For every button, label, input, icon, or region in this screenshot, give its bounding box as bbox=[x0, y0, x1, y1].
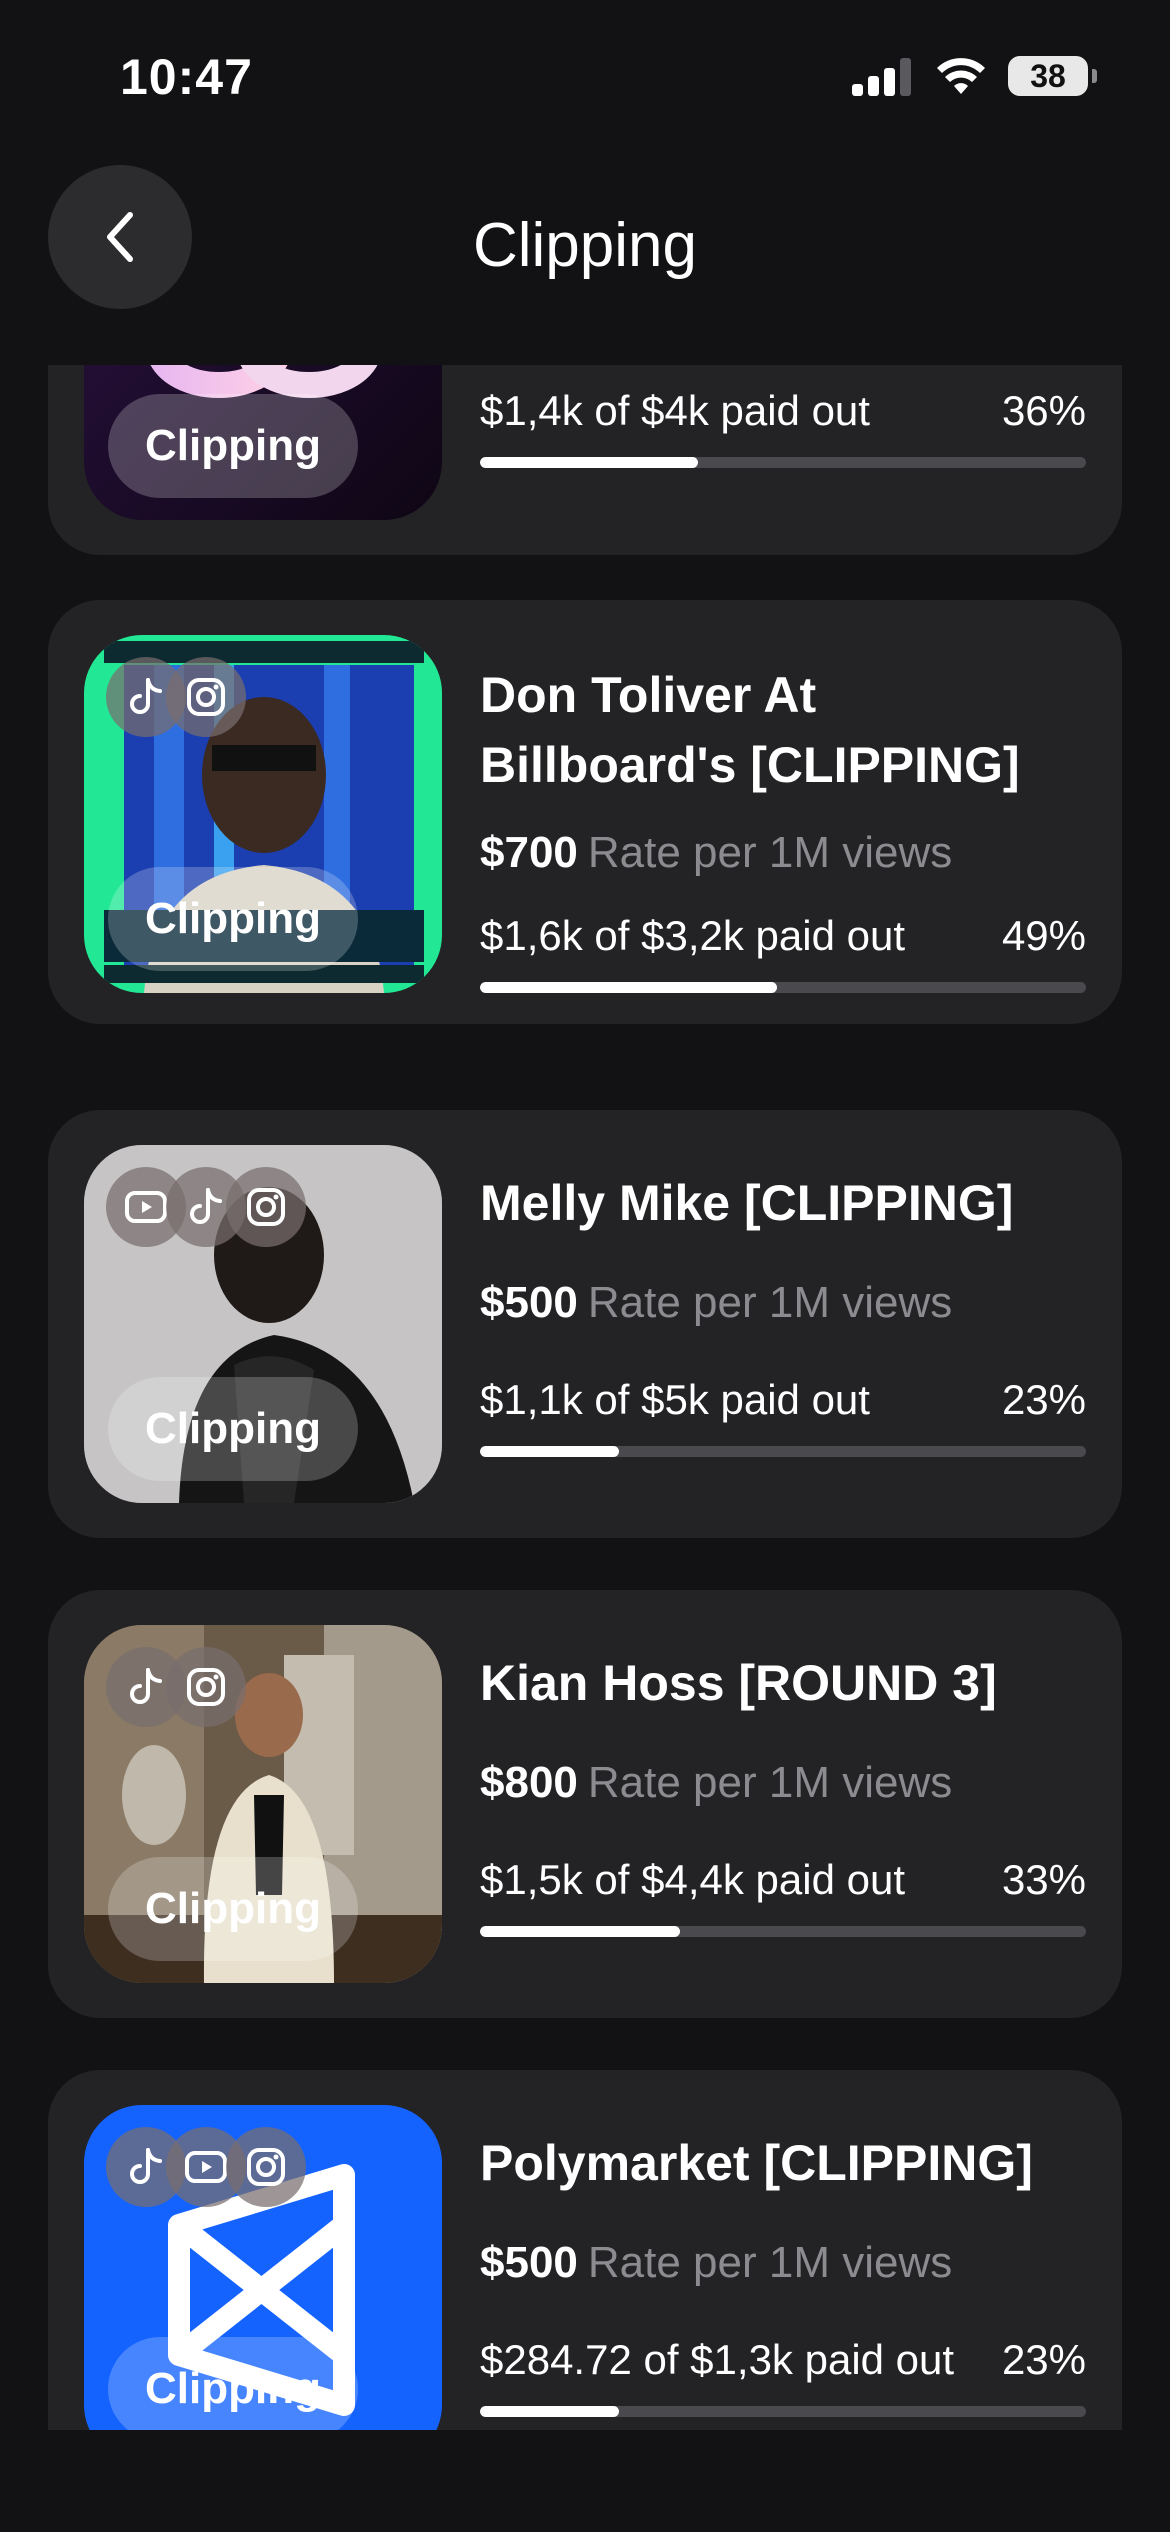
campaign-rate: $500 Rate per 1M views bbox=[480, 1278, 1086, 1328]
payout-text: $1,6k of $3,2k paid out bbox=[480, 912, 905, 959]
payout-progress-fill bbox=[480, 1926, 680, 1937]
clipping-tag: Clipping bbox=[108, 394, 358, 498]
rate-amount: $500 bbox=[480, 2238, 578, 2287]
campaign-title: Don Toliver At Billboard's [CLIPPING] bbox=[480, 667, 1020, 793]
instagram-icon bbox=[166, 1647, 246, 1727]
campaign-title: Kian Hoss [ROUND 3] bbox=[480, 1655, 997, 1711]
rate-label: Rate per 1M views bbox=[587, 2238, 953, 2287]
rate-label: Rate per 1M views bbox=[587, 1278, 953, 1327]
payout-row: $1,6k of $3,2k paid out 49% bbox=[480, 912, 1086, 960]
payout-row: $1,5k of $4,4k paid out 33% bbox=[480, 1856, 1086, 1904]
rate-amount: $800 bbox=[480, 1758, 578, 1807]
payout-text: $1,5k of $4,4k paid out bbox=[480, 1856, 905, 1903]
rate-label: Rate per 1M views bbox=[587, 828, 953, 877]
battery-level: 38 bbox=[1030, 57, 1066, 94]
clipping-tag: Clipping bbox=[108, 867, 358, 971]
payout-percent: 33% bbox=[1001, 1856, 1086, 1903]
clipping-tag: Clipping bbox=[108, 1377, 358, 1481]
payout-percent: 49% bbox=[1001, 912, 1086, 959]
payout-progress-fill bbox=[480, 982, 777, 993]
payout-progress-bar bbox=[480, 1926, 1086, 1937]
payout-progress-bar bbox=[480, 1446, 1086, 1457]
rate-amount: $700 bbox=[480, 828, 578, 877]
campaign-thumbnail: Clipping bbox=[84, 1625, 442, 1983]
page-title: Clipping bbox=[472, 211, 698, 280]
payout-progress-bar bbox=[480, 2406, 1086, 2417]
clipping-tag: Clipping bbox=[108, 1857, 358, 1961]
payout-percent: 23% bbox=[1001, 1376, 1086, 1423]
wifi-icon bbox=[937, 58, 985, 94]
clipping-tag: Clipping bbox=[108, 2337, 358, 2430]
campaign-card[interactable]: Clipping Polymarket [CLIPPING] $500 Rate … bbox=[48, 2070, 1122, 2430]
payout-text: $284.72 of $1,3k paid out bbox=[480, 2336, 955, 2383]
campaign-rate: $500 Rate per 1M views bbox=[480, 2238, 1086, 2288]
payout-progress-fill bbox=[480, 1446, 620, 1457]
instagram-icon bbox=[226, 1167, 306, 1247]
rate-label: Rate per 1M views bbox=[587, 1758, 953, 1807]
bottom-safe-area bbox=[0, 2430, 1170, 2532]
instagram-icon bbox=[226, 2127, 306, 2207]
campaign-card[interactable]: Clipping Kian Hoss [ROUND 3] $800 Rate pe… bbox=[48, 1590, 1122, 2018]
payout-progress-bar bbox=[480, 982, 1086, 993]
campaign-thumbnail: Clipping bbox=[84, 1145, 442, 1503]
payout-progress-bar bbox=[480, 457, 1086, 468]
cellular-signal-icon bbox=[852, 58, 914, 96]
payout-percent: 23% bbox=[1001, 2336, 1086, 2383]
payout-row: $1,4k of $4k paid out 36% bbox=[480, 387, 1086, 435]
campaign-title: Melly Mike [CLIPPING] bbox=[480, 1175, 1014, 1231]
campaign-card[interactable]: Clipping Don Toliver At Billboard's [CLI… bbox=[48, 600, 1122, 1024]
campaign-rate: $800 Rate per 1M views bbox=[480, 1758, 1086, 1808]
campaign-card[interactable]: Clipping $1,4k of $4k paid out 36% bbox=[48, 365, 1122, 555]
payout-progress-fill bbox=[480, 457, 699, 468]
battery-icon: 38 bbox=[1008, 56, 1097, 96]
campaign-thumbnail: Clipping bbox=[84, 365, 442, 520]
payout-row: $284.72 of $1,3k paid out 23% bbox=[480, 2336, 1086, 2384]
instagram-icon bbox=[166, 657, 246, 737]
status-bar: 10:47 38 bbox=[0, 0, 1170, 150]
campaign-thumbnail: Clipping bbox=[84, 635, 442, 993]
payout-text: $1,1k of $5k paid out bbox=[480, 1376, 870, 1423]
payout-progress-fill bbox=[480, 2406, 620, 2417]
campaign-card[interactable]: Clipping Melly Mike [CLIPPING] $500 Rate … bbox=[48, 1110, 1122, 1538]
payout-percent: 36% bbox=[1001, 387, 1086, 434]
payout-row: $1,1k of $5k paid out 23% bbox=[480, 1376, 1086, 1424]
payout-text: $1,4k of $4k paid out bbox=[480, 387, 870, 434]
status-time: 10:47 bbox=[120, 49, 253, 105]
rate-amount: $500 bbox=[480, 1278, 578, 1327]
campaign-thumbnail: Clipping bbox=[84, 2105, 442, 2430]
campaign-title: Polymarket [CLIPPING] bbox=[480, 2135, 1033, 2191]
campaign-rate: $700 Rate per 1M views bbox=[480, 828, 1086, 878]
campaign-list[interactable]: Clipping $1,4k of $4k paid out 36% Clipp… bbox=[0, 365, 1170, 2430]
